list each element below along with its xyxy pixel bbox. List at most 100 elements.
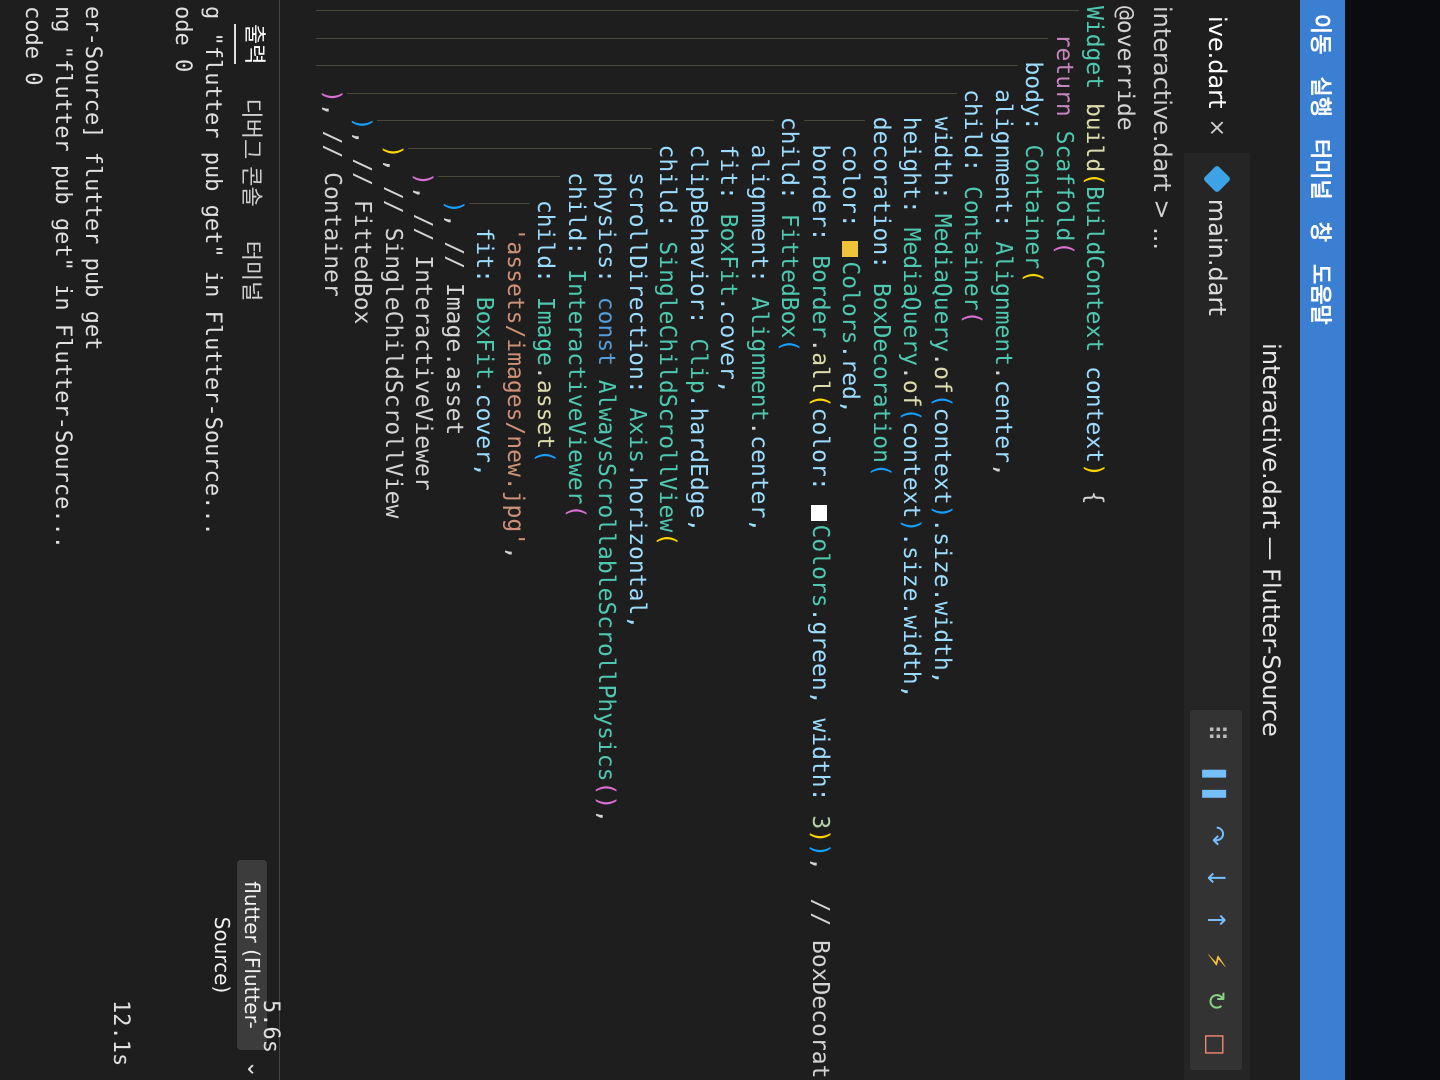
code-token: , // InteractiveViewer — [410, 186, 437, 491]
indent-guide — [743, 37, 774, 39]
indent-guide — [621, 148, 652, 149]
code-token: , // SingleChildScrollView — [380, 158, 406, 519]
panel-tab[interactable]: 디버그 콘솔 — [237, 98, 269, 206]
code-token: clipBehavior: — [685, 6, 711, 339]
indent-guide — [804, 10, 835, 11]
output-duration: 5.6s — [258, 1000, 283, 1053]
code-line: height: MediaQuery.of(context).size.widt… — [896, 0, 927, 1080]
tab-main-dart[interactable]: main.dart — [1184, 153, 1250, 332]
indent-guide — [499, 65, 530, 67]
indent-guide — [896, 37, 927, 39]
output-line: ng "flutter pub get" in Flutter-Source..… — [47, 0, 133, 1080]
indent-guide — [652, 92, 683, 94]
indent-guide — [469, 65, 500, 67]
indent-guide — [865, 65, 896, 67]
indent-guide — [713, 120, 744, 122]
color-swatch[interactable] — [842, 241, 858, 258]
dart-file-icon — [1202, 164, 1232, 194]
indent-guide — [438, 65, 469, 67]
output-text: er-Source] flutter pub get — [80, 6, 105, 351]
chevron-down-icon[interactable]: ⌄ — [242, 1060, 267, 1078]
menu-item[interactable]: 이동 — [1307, 14, 1339, 54]
code-token: ) — [807, 829, 833, 844]
code-token: . — [929, 352, 955, 367]
tab-interactive-dart[interactable]: ive.dart × — [1184, 0, 1250, 153]
indent-guide — [408, 65, 439, 67]
output-line: code 0 — [17, 0, 47, 1080]
hot-reload-icon[interactable]: ⚡ — [1202, 952, 1230, 969]
code-token: BoxFit — [715, 213, 742, 297]
breadcrumb[interactable]: interactive.dart > ... — [1140, 0, 1184, 1080]
output-text: code 0 — [20, 6, 45, 86]
step-into-icon[interactable]: ↓ — [1202, 868, 1230, 888]
code-token: .cover, — [715, 296, 742, 394]
code-line: child: FittedBox( — [774, 0, 805, 1080]
code-line: Widget build(BuildContext context) { — [1079, 0, 1110, 1080]
code-token: .size.width, — [929, 518, 955, 685]
code-editor[interactable]: @override Widget build(BuildContext conte… — [280, 0, 1140, 1080]
code-token: context — [898, 421, 925, 519]
code-token: , — [502, 546, 528, 560]
code-token: asset — [532, 379, 559, 450]
close-icon[interactable]: × — [1205, 118, 1230, 136]
code-token: , — [593, 809, 620, 824]
code-line: ), // FittedBox — [347, 0, 378, 1080]
code-token: ) — [1081, 463, 1108, 477]
code-line: child: InteractiveViewer( — [560, 0, 591, 1080]
indent-guide — [530, 37, 561, 39]
indent-guide — [804, 120, 835, 122]
stop-icon[interactable]: □ — [1202, 1033, 1230, 1056]
code-line: ), // InteractiveViewer — [408, 0, 439, 1080]
indent-guide — [896, 10, 927, 11]
code-token: child: — [563, 6, 589, 270]
panel-tab[interactable]: 출력 — [234, 24, 272, 65]
code-token: 3 — [807, 815, 833, 830]
indent-guide — [499, 10, 530, 11]
menu-item[interactable]: 터미널 — [1307, 139, 1339, 200]
indent-guide — [926, 37, 957, 39]
code-token: InteractiveViewer — [563, 269, 589, 505]
color-swatch[interactable] — [811, 504, 828, 521]
code-line: width: MediaQuery.of(context).size.width… — [926, 0, 957, 1080]
code-token: SingleChildScrollView — [654, 241, 681, 533]
indent-guide — [743, 10, 774, 11]
step-out-icon[interactable]: ↑ — [1202, 910, 1230, 930]
code-token: Clip — [685, 338, 711, 394]
code-line: alignment: Alignment.center, — [987, 0, 1018, 1080]
indent-guide — [743, 120, 774, 122]
code-token: Container — [959, 186, 986, 311]
menu-item[interactable]: 도움말 — [1307, 264, 1339, 325]
code-token: BuildContext — [1081, 186, 1108, 353]
menu-item[interactable]: 실행 — [1307, 76, 1339, 116]
drag-handle-icon[interactable]: ⠿ — [1202, 724, 1230, 742]
indent-guide — [408, 10, 439, 11]
indent-guide — [377, 120, 408, 122]
code-token: Image — [532, 296, 559, 367]
code-token: return — [1051, 6, 1077, 117]
menu-item[interactable]: 창 — [1307, 222, 1339, 242]
code-line: fit: BoxFit.cover, — [469, 0, 500, 1080]
indent-guide — [530, 148, 561, 149]
indent-guide — [926, 92, 957, 94]
indent-guide — [835, 120, 866, 122]
indent-guide — [408, 120, 439, 122]
indent-guide — [621, 65, 652, 67]
indent-guide — [652, 10, 683, 11]
code-token: of — [929, 366, 955, 394]
code-token: , — [990, 462, 1016, 477]
code-line: child: Container( — [957, 0, 988, 1080]
indent-guide — [835, 65, 866, 67]
indent-guide — [347, 92, 378, 94]
pause-icon[interactable]: ❚❚ — [1202, 764, 1230, 804]
indent-guide — [652, 120, 683, 122]
indent-guide — [804, 92, 835, 94]
step-over-icon[interactable]: ↷ — [1202, 826, 1230, 846]
window-title: interactive.dart — Flutter-Source — [1257, 343, 1285, 737]
code-token: ( — [959, 310, 986, 325]
code-token: @override — [1112, 6, 1138, 131]
code-token: center, — [746, 435, 772, 533]
indent-guide — [682, 10, 713, 11]
restart-icon[interactable]: ↻ — [1202, 991, 1230, 1011]
panel-tab[interactable]: 터미널 — [237, 241, 269, 302]
code-line: alignment: Alignment.center, — [743, 0, 774, 1080]
